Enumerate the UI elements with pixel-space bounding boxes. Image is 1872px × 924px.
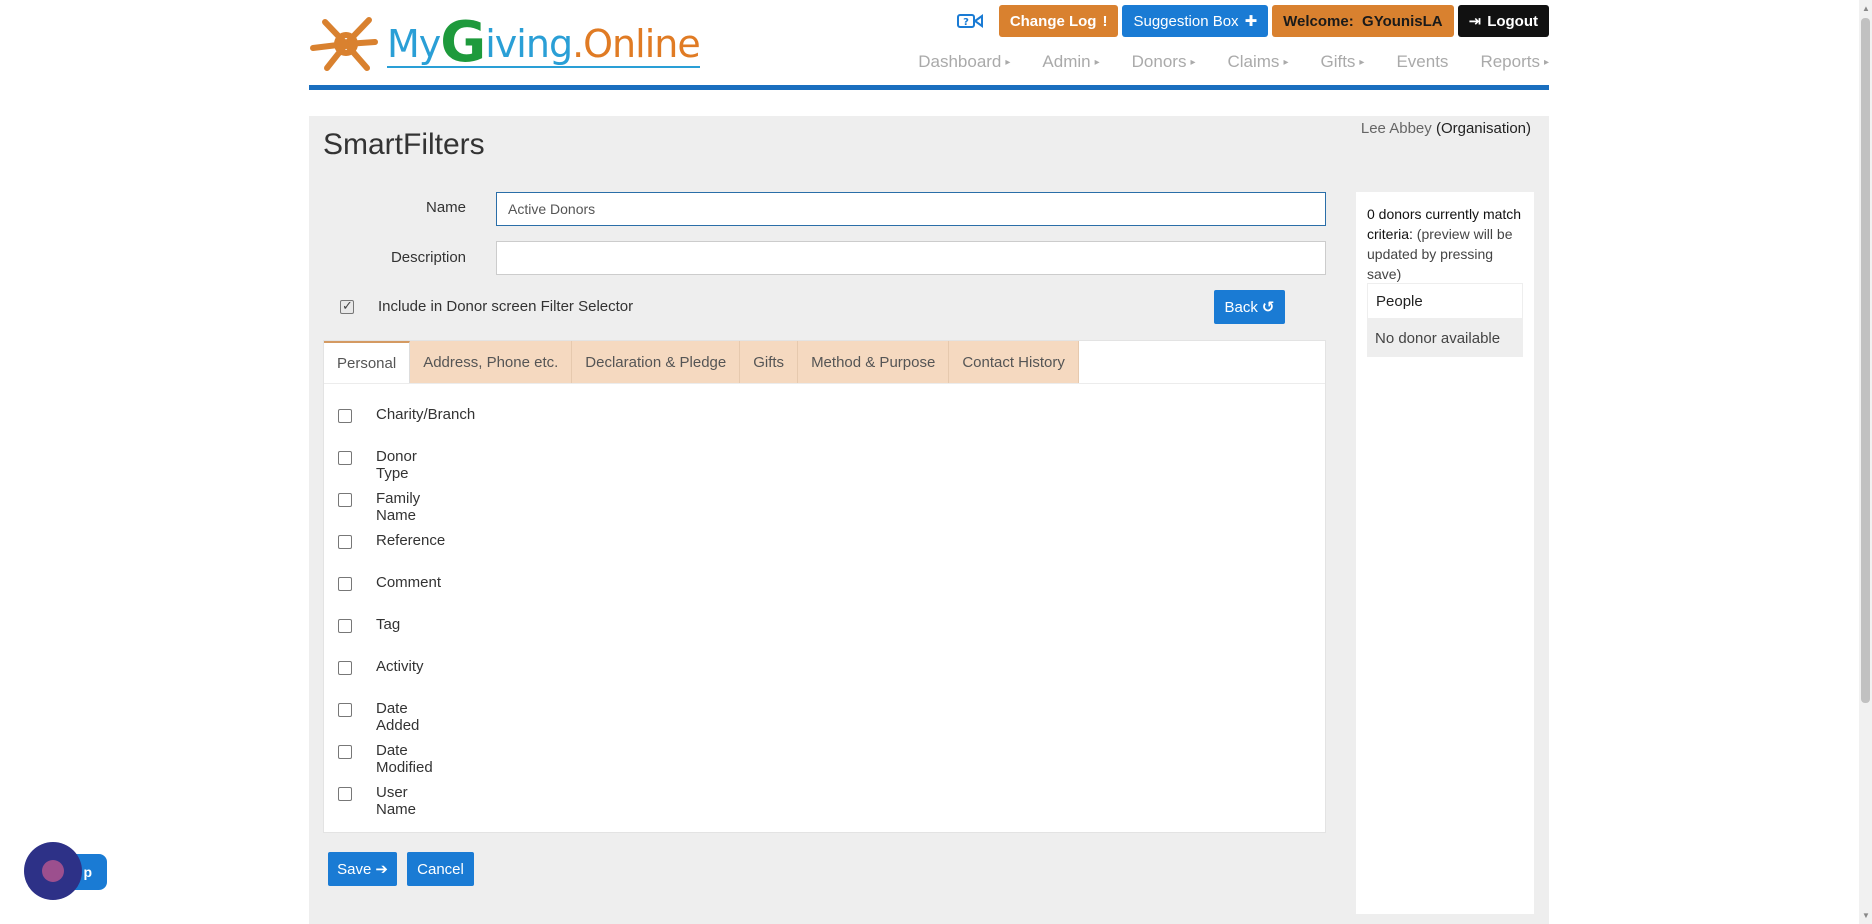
back-label: Back bbox=[1224, 298, 1258, 316]
undo-icon: ↺ bbox=[1261, 299, 1275, 316]
criteria-checkbox-tag[interactable] bbox=[338, 619, 352, 633]
caret-right-icon: ▸ bbox=[1005, 56, 1011, 68]
save-button[interactable]: Save ➔ bbox=[328, 852, 397, 886]
logo-text: MyGiving.Online bbox=[387, 9, 701, 75]
criteria-label: Donor Type bbox=[376, 448, 417, 482]
logo[interactable]: MyGiving.Online bbox=[309, 9, 701, 75]
nav-item-dashboard[interactable]: Dashboard ▸ bbox=[918, 52, 1010, 72]
nav-item-gifts[interactable]: Gifts ▸ bbox=[1320, 52, 1364, 72]
name-input[interactable]: Active Donors bbox=[496, 192, 1326, 226]
nav-item-admin[interactable]: Admin ▸ bbox=[1042, 52, 1099, 72]
logout-icon: ⇥ bbox=[1468, 13, 1482, 30]
page-title: SmartFilters bbox=[323, 128, 485, 161]
arrow-circle-right-icon: ➔ bbox=[375, 861, 388, 878]
criteria-label: Comment bbox=[376, 574, 442, 591]
site-header: MyGiving.Online ? Change Log ! Suggestio… bbox=[309, 0, 1549, 92]
logout-button[interactable]: ⇥ Logout bbox=[1457, 5, 1549, 37]
nav-item-events[interactable]: Events bbox=[1396, 52, 1448, 72]
criteria-checkbox-charity-branch[interactable] bbox=[338, 409, 352, 423]
caret-right-icon: ▸ bbox=[1359, 56, 1365, 68]
nav-item-donors[interactable]: Donors ▸ bbox=[1132, 52, 1196, 72]
nav-item-reports[interactable]: Reports ▸ bbox=[1480, 52, 1549, 72]
criteria-tabs-panel: Personal Address, Phone etc. Declaration… bbox=[323, 340, 1326, 833]
criteria-label: Date Modified bbox=[376, 742, 433, 776]
criteria-checkbox-donor-type[interactable] bbox=[338, 451, 352, 465]
header-divider bbox=[309, 85, 1549, 90]
logo-star-icon bbox=[310, 17, 378, 71]
nav-item-label: Gifts bbox=[1320, 52, 1356, 71]
tab-gifts[interactable]: Gifts bbox=[740, 341, 799, 383]
save-label: Save bbox=[337, 860, 372, 878]
description-input[interactable] bbox=[496, 241, 1326, 275]
caret-right-icon: ▸ bbox=[1190, 56, 1196, 68]
criteria-checkbox-family-name[interactable] bbox=[338, 493, 352, 507]
tab-declaration-pledge[interactable]: Declaration & Pledge bbox=[572, 341, 741, 383]
criteria-label: Activity bbox=[376, 658, 424, 675]
plus-icon: ✚ bbox=[1244, 13, 1258, 30]
video-help-icon[interactable]: ? bbox=[956, 13, 983, 29]
criteria-label: Family Name bbox=[376, 490, 421, 524]
nav-item-label: Admin bbox=[1042, 52, 1091, 71]
scroll-up-icon[interactable]: ▲ bbox=[1862, 4, 1870, 13]
change-log-label: Change Log bbox=[1009, 12, 1097, 30]
name-label: Name bbox=[425, 199, 466, 216]
people-empty-row: No donor available bbox=[1367, 319, 1523, 357]
tab-personal[interactable]: Personal bbox=[324, 341, 411, 383]
criteria-label: Tag bbox=[376, 616, 401, 633]
criteria-checkbox-user-name[interactable] bbox=[338, 787, 352, 801]
include-filter-label: Include in Donor screen Filter Selector bbox=[378, 298, 634, 315]
cancel-label: Cancel bbox=[417, 860, 464, 878]
organisation-name: Lee Abbey bbox=[1360, 120, 1432, 137]
help-label: p bbox=[83, 864, 92, 880]
criteria-checkbox-reference[interactable] bbox=[338, 535, 352, 549]
nav-item-label: Events bbox=[1396, 52, 1449, 71]
caret-right-icon: ▸ bbox=[1543, 56, 1549, 68]
people-header: People bbox=[1367, 283, 1523, 319]
criteria-checkbox-date-modified[interactable] bbox=[338, 745, 352, 759]
exclamation-icon: ! bbox=[1102, 12, 1108, 30]
tab-bar: Personal Address, Phone etc. Declaration… bbox=[324, 341, 1079, 383]
caret-right-icon: ▸ bbox=[1094, 56, 1100, 68]
organisation-label: Lee Abbey (Organisation) bbox=[1361, 120, 1531, 137]
svg-text:?: ? bbox=[963, 17, 969, 28]
chat-icon bbox=[42, 860, 64, 882]
suggestion-box-button[interactable]: Suggestion Box ✚ bbox=[1122, 5, 1269, 37]
nav-item-label: Dashboard bbox=[918, 52, 1002, 71]
preview-panel: 0 donors currently match criteria: (prev… bbox=[1356, 192, 1534, 914]
tab-divider bbox=[324, 383, 1325, 384]
nav-item-label: Donors bbox=[1131, 52, 1187, 71]
page-scrollbar[interactable]: ▲ ▼ bbox=[1859, 0, 1872, 924]
nav-item-label: Reports bbox=[1480, 52, 1540, 71]
organisation-type: (Organisation) bbox=[1435, 120, 1531, 137]
logout-label: Logout bbox=[1487, 12, 1538, 30]
criteria-checkbox-activity[interactable] bbox=[338, 661, 352, 675]
top-actions: ? Change Log ! Suggestion Box ✚ Welcome:… bbox=[956, 5, 1549, 37]
tab-address-phone[interactable]: Address, Phone etc. bbox=[410, 341, 573, 383]
suggestion-box-label: Suggestion Box bbox=[1133, 12, 1239, 30]
chat-launcher[interactable] bbox=[24, 842, 82, 900]
tab-method-purpose[interactable]: Method & Purpose bbox=[798, 341, 950, 383]
criteria-label: Charity/Branch bbox=[376, 406, 476, 423]
criteria-label: User Name bbox=[376, 784, 417, 818]
welcome-label: Welcome: GYounisLA bbox=[1283, 12, 1443, 30]
tab-contact-history[interactable]: Contact History bbox=[949, 341, 1079, 383]
criteria-checkbox-comment[interactable] bbox=[338, 577, 352, 591]
criteria-label: Reference bbox=[376, 532, 446, 549]
back-button[interactable]: Back ↺ bbox=[1214, 290, 1285, 324]
criteria-checkbox-date-added[interactable] bbox=[338, 703, 352, 717]
caret-right-icon: ▸ bbox=[1283, 56, 1289, 68]
change-log-button[interactable]: Change Log ! bbox=[998, 5, 1119, 37]
description-label: Description bbox=[390, 249, 466, 266]
main-nav: Dashboard ▸ Admin ▸ Donors ▸ Claims ▸ Gifts ▸… bbox=[918, 52, 1549, 72]
nav-item-claims[interactable]: Claims ▸ bbox=[1227, 52, 1288, 72]
welcome-button[interactable]: Welcome: GYounisLA bbox=[1272, 5, 1454, 37]
cancel-button[interactable]: Cancel bbox=[407, 852, 474, 886]
scroll-down-icon[interactable]: ▼ bbox=[1862, 911, 1870, 920]
main-panel: Lee Abbey (Organisation) SmartFilters Na… bbox=[309, 116, 1549, 924]
scroll-thumb[interactable] bbox=[1861, 18, 1870, 703]
preview-summary: 0 donors currently match criteria: (prev… bbox=[1367, 204, 1527, 284]
nav-item-label: Claims bbox=[1227, 52, 1280, 71]
criteria-label: Date Added bbox=[376, 700, 420, 734]
include-filter-checkbox[interactable] bbox=[340, 298, 354, 314]
